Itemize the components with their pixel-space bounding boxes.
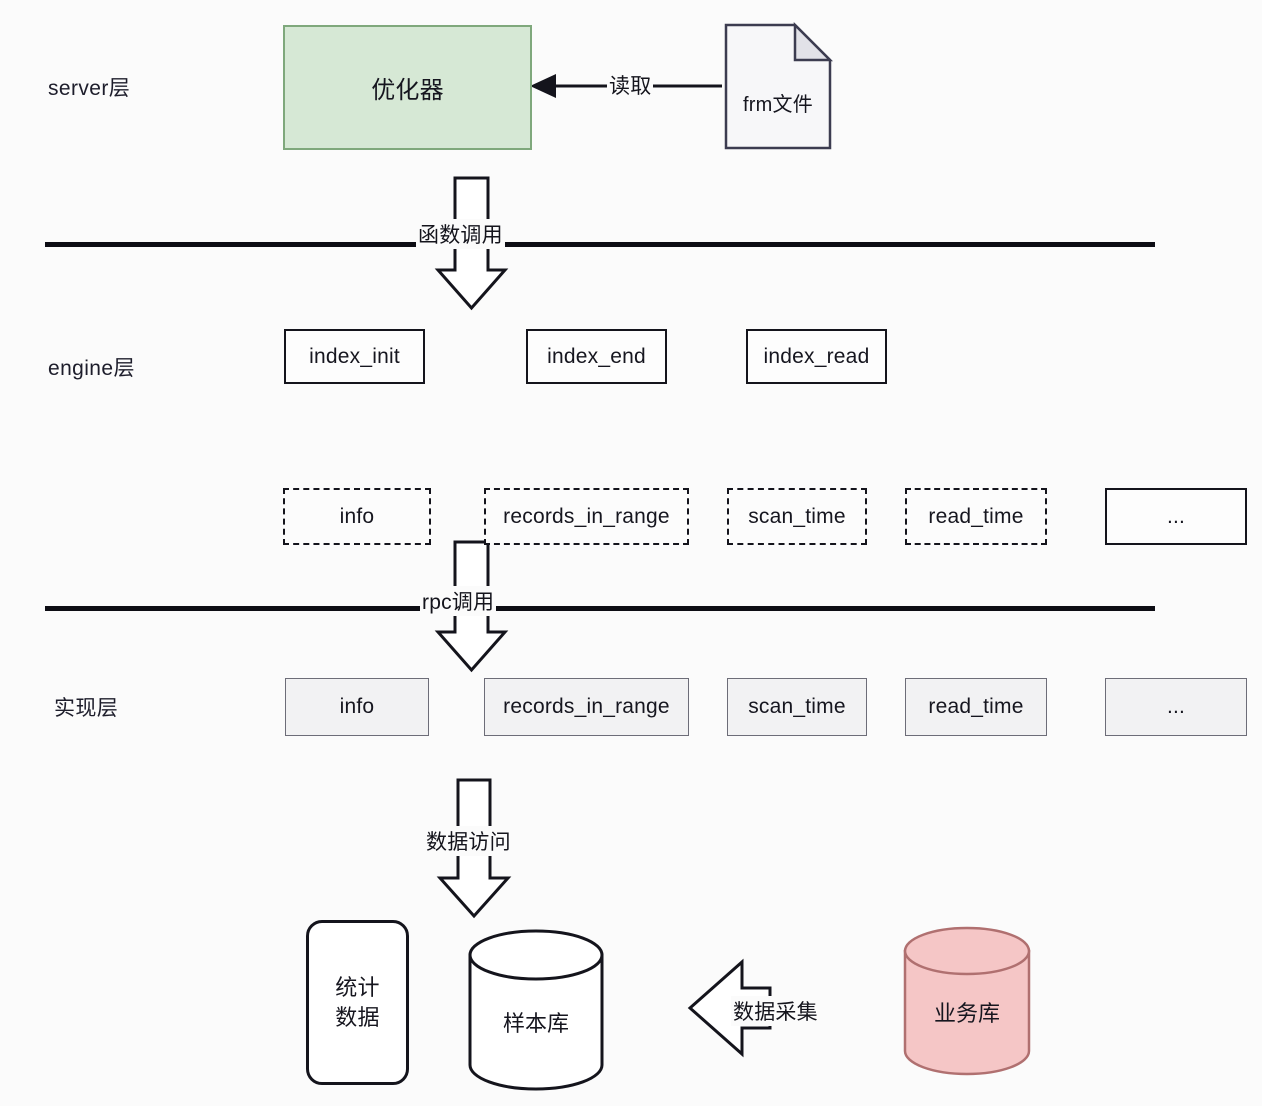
- divider-label-function-call: 函数调用: [416, 219, 505, 249]
- impl-scan-time[interactable]: scan_time: [727, 678, 867, 736]
- impl-records-in-range[interactable]: records_in_range: [484, 678, 689, 736]
- layer-label-engine: engine层: [48, 357, 135, 380]
- sample-db-label: 样本库: [502, 1011, 569, 1036]
- engine-cost-scan-time[interactable]: scan_time: [727, 488, 867, 545]
- frm-file-label: frm文件: [743, 93, 813, 116]
- engine-cost-read-time[interactable]: read_time: [905, 488, 1047, 545]
- vector-overlay: [434, 21, 1031, 1091]
- impl-info[interactable]: info: [285, 678, 429, 736]
- data-access-label: 数据访问: [424, 826, 513, 856]
- engine-cost-info[interactable]: info: [283, 488, 431, 545]
- engine-cost-more[interactable]: ...: [1105, 488, 1247, 545]
- impl-more[interactable]: ...: [1105, 678, 1247, 736]
- stats-data-line-1: 统计: [335, 974, 380, 1000]
- diagram-canvas: server层 engine层 实现层 优化器 frm文件 读取 函数调用 in…: [0, 0, 1262, 1106]
- layer-label-server: server层: [48, 77, 131, 100]
- business-db-label: 业务库: [933, 1001, 1000, 1026]
- divider-rpc-call: [45, 606, 1155, 611]
- stats-data-line-2: 数据: [335, 1004, 380, 1030]
- data-collect-arrow-label: 数据采集: [731, 996, 820, 1026]
- optimizer-box[interactable]: 优化器: [283, 25, 532, 150]
- stats-data-box[interactable]: 统计 数据: [306, 920, 409, 1085]
- divider-label-rpc-call: rpc调用: [420, 586, 497, 616]
- engine-handler-index-read[interactable]: index_read: [746, 329, 887, 384]
- engine-handler-index-end[interactable]: index_end: [526, 329, 667, 384]
- layer-label-impl: 实现层: [54, 697, 119, 720]
- impl-read-time[interactable]: read_time: [905, 678, 1047, 736]
- engine-handler-index-init[interactable]: index_init: [284, 329, 425, 384]
- divider-function-call: [45, 242, 1155, 247]
- engine-cost-records-in-range[interactable]: records_in_range: [484, 488, 689, 545]
- read-arrow-label: 读取: [607, 70, 654, 100]
